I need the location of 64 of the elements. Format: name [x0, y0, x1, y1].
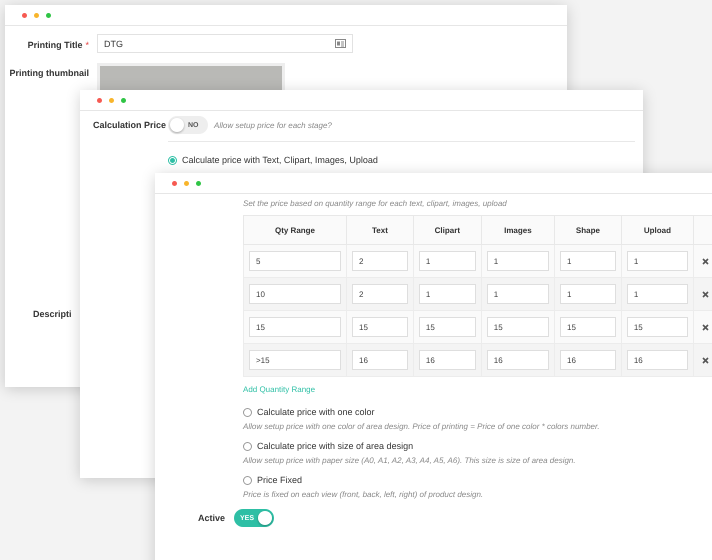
minimize-dot[interactable]: [184, 180, 189, 186]
close-dot[interactable]: [22, 12, 27, 18]
price-input[interactable]: 15: [626, 317, 688, 337]
hint-text: Set the price based on quantity range for each text, clipart, images, upload: [243, 199, 508, 208]
price-input[interactable]: 15: [560, 317, 616, 337]
price-input[interactable]: 15: [352, 317, 408, 337]
remove-icon[interactable]: [702, 356, 709, 364]
price-input[interactable]: 1: [418, 251, 476, 271]
maximize-dot[interactable]: [196, 180, 201, 186]
required-mark: *: [85, 40, 89, 50]
price-input[interactable]: 1: [486, 284, 549, 304]
price-input[interactable]: 1: [626, 251, 688, 271]
close-dot[interactable]: [97, 98, 102, 102]
price-input[interactable]: 1: [626, 284, 688, 304]
field-label: Printing thumbnail: [10, 68, 89, 78]
price-input[interactable]: 15: [249, 317, 342, 337]
price-input[interactable]: 1: [486, 251, 549, 271]
title-field[interactable]: DTG: [97, 34, 353, 53]
radio-button[interactable]: [168, 156, 177, 164]
maximize-dot[interactable]: [121, 98, 126, 102]
price-input[interactable]: 16: [626, 350, 688, 370]
price-input[interactable]: 1: [418, 284, 476, 304]
field-label: Active: [196, 513, 226, 523]
column-header: Qty Range: [244, 216, 347, 244]
price-input[interactable]: >15: [249, 350, 342, 370]
price-input[interactable]: 15: [418, 317, 476, 337]
radio-button[interactable]: [243, 408, 252, 416]
option-label: Calculate price with one color: [257, 407, 375, 417]
field-label: Printing Title: [28, 40, 82, 50]
remove-icon[interactable]: [702, 258, 709, 264]
price-input[interactable]: 16: [560, 350, 616, 370]
column-header: Upload: [621, 216, 694, 244]
remove-icon[interactable]: [702, 324, 709, 330]
field-label: Calculation Price: [93, 120, 168, 130]
radio-button[interactable]: [243, 476, 252, 484]
price-input[interactable]: 15: [486, 317, 549, 337]
price-input[interactable]: 2: [352, 284, 408, 304]
minimize-dot[interactable]: [34, 12, 39, 18]
close-dot[interactable]: [172, 180, 177, 186]
option-description: Price is fixed on each view (front, back, left, right) of product design.: [243, 490, 484, 499]
maximize-dot[interactable]: [46, 12, 51, 18]
radio-button[interactable]: [243, 442, 252, 450]
remove-icon[interactable]: [702, 290, 709, 298]
option-label: Price Fixed: [257, 475, 302, 485]
option-label: Calculate price with Text, Clipart, Images, Upload: [182, 155, 378, 165]
option-description: Allow setup price with paper size (A0, A1, A2, A3, A4, A5, A6). This size is size of area design.: [243, 456, 577, 465]
card-icon: [335, 39, 346, 48]
price-input[interactable]: 10: [249, 284, 342, 304]
minimize-dot[interactable]: [109, 98, 114, 102]
field-label: Descripti: [33, 309, 72, 319]
price-input[interactable]: 2: [352, 251, 408, 271]
price-input[interactable]: 16: [486, 350, 549, 370]
price-input[interactable]: 1: [560, 251, 616, 271]
column-header: Images: [481, 216, 554, 244]
price-input[interactable]: 1: [560, 284, 616, 304]
column-header: Text: [346, 216, 414, 244]
price-input[interactable]: 5: [249, 251, 342, 271]
price-input[interactable]: 16: [352, 350, 408, 370]
price-input[interactable]: 16: [418, 350, 476, 370]
column-header: Clipart: [413, 216, 482, 244]
option-description: Allow setup price with one color of area design. Price of printing = Price of one color * colors number.: [243, 422, 601, 431]
option-label: Calculate price with size of area design: [257, 441, 414, 451]
hint-text: Allow setup price for each stage?: [214, 120, 332, 130]
column-header: Shape: [554, 216, 622, 244]
